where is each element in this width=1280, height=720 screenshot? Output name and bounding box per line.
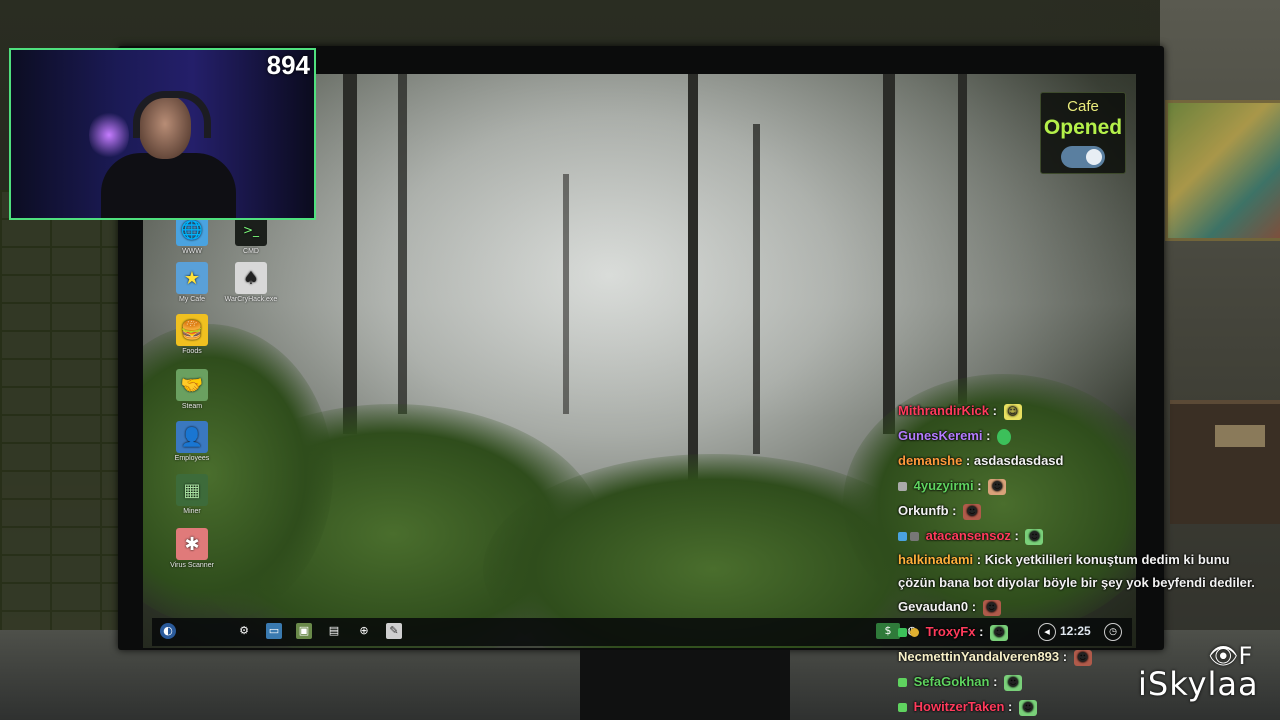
chat-username: NecmettinYandalveren893: [898, 649, 1060, 664]
bug-icon: ✱: [176, 528, 208, 560]
streamer-body: [101, 153, 236, 218]
tree-trunk: [883, 74, 895, 434]
chat-username: atacansensoz: [925, 528, 1011, 543]
handshake-icon: 🤝: [176, 369, 208, 401]
tree-trunk: [688, 74, 698, 494]
chat-username: GunesKeremi: [898, 428, 983, 443]
chat-username: Gevaudan0: [898, 599, 969, 614]
badge-icon: [898, 628, 907, 638]
desktop-icon-warcryhack[interactable]: ♠ WarCryHack.exe: [223, 262, 279, 303]
chat-username: HowitzerTaken: [913, 699, 1005, 714]
badge-icon: [898, 532, 907, 542]
notes-icon[interactable]: ✎: [386, 623, 402, 639]
badge-icon: [898, 482, 907, 492]
monitor-icon[interactable]: ▭: [266, 623, 282, 639]
desktop-icon-employees[interactable]: 👤 Employees: [164, 421, 220, 462]
chat-message: 4yuzyirmi : ☻: [898, 473, 1270, 498]
chat-message: GunesKeremi :: [898, 423, 1270, 448]
chat-text: asdasdasdasd: [973, 453, 1064, 468]
chat-message: halkinadami : Kick yetkilileri konuştum …: [898, 552, 1255, 590]
chat-username: Orkunfb: [898, 503, 949, 518]
wall-poster: [1165, 100, 1280, 241]
tree-trunk: [398, 74, 407, 414]
chip-icon: ▦: [176, 474, 208, 506]
emote-frog-icon: ☻: [1004, 674, 1023, 691]
emote-face-icon: ☻: [982, 599, 1001, 616]
chat-message: Orkunfb : ☻: [898, 498, 1270, 523]
desktop-icon-cmd[interactable]: >_ CMD: [223, 214, 279, 255]
desktop-icon-my-cafe[interactable]: ★ My Cafe: [164, 262, 220, 303]
badge-icon: [910, 628, 919, 638]
desktop-icon-steam[interactable]: 🤝 Steam: [164, 369, 220, 410]
star-icon: ★: [176, 262, 208, 294]
emote-frog-icon: ☻: [1025, 528, 1044, 545]
emote-face-icon: ☻: [963, 503, 982, 520]
chat-username: MithrandirKick: [898, 403, 990, 418]
emote-face-icon: ☻: [1073, 649, 1092, 666]
emote-blob-icon: [997, 428, 1012, 445]
cafe-status: Opened: [1043, 116, 1123, 139]
streamer: [101, 91, 236, 218]
desktop-icon-miner[interactable]: ▦ Miner: [164, 474, 220, 515]
chat-username: SefaGokhan: [913, 674, 990, 689]
stream-watermark: iSkylaa: [1138, 665, 1259, 703]
spade-icon: ♠: [235, 262, 267, 294]
emote-frog-icon: ☻: [990, 624, 1009, 641]
emote-face-icon: ☺: [1003, 403, 1022, 420]
tree-trunk: [958, 74, 967, 404]
chat-username: TroxyFx: [925, 624, 976, 639]
chat-message: demanshe : asdasdasdasd: [898, 453, 1064, 468]
headset: [133, 91, 211, 138]
toggle-knob: [1086, 149, 1102, 165]
chat-message: atacansensoz : ☻: [898, 523, 1270, 548]
chat-message: Gevaudan0 : ☻: [898, 594, 1270, 619]
desktop-icon-www[interactable]: 🌐 WWW: [164, 214, 220, 255]
emote-face-icon: ☻: [988, 478, 1007, 495]
tree-trunk: [563, 174, 569, 414]
cafe-status-widget: Cafe Opened: [1040, 92, 1126, 174]
chat-message: MithrandirKick : ☺: [898, 398, 1270, 423]
document-icon[interactable]: ▤: [326, 623, 342, 639]
chat-username: demanshe: [898, 453, 963, 468]
cafe-open-toggle[interactable]: [1061, 146, 1105, 168]
desktop-icon-virus-scanner[interactable]: ✱ Virus Scanner: [164, 528, 220, 569]
brick-wall: [0, 190, 130, 630]
gear-icon[interactable]: ⚙: [236, 623, 252, 639]
chat-username: halkinadami: [898, 552, 974, 567]
emote-frog-icon: ☻: [1018, 699, 1037, 716]
badge-icon: [910, 532, 919, 542]
image-icon[interactable]: ▣: [296, 623, 312, 639]
desktop-icon-foods[interactable]: 🍔 Foods: [164, 314, 220, 355]
chat-username: 4yuzyirmi: [913, 478, 974, 493]
cafe-label: Cafe: [1067, 98, 1099, 115]
money-icon[interactable]: $: [876, 623, 900, 639]
viewer-count: 894: [266, 50, 310, 80]
tree-trunk: [343, 74, 357, 434]
chat-message: TroxyFx : ☻: [898, 619, 1270, 644]
monitor-stand: [580, 650, 790, 720]
webcam-overlay: 894: [9, 48, 316, 220]
start-icon[interactable]: ◐: [160, 623, 176, 639]
badge-icon: [898, 678, 907, 688]
tree-trunk: [753, 124, 760, 454]
food-icon: 🍔: [176, 314, 208, 346]
person-icon: 👤: [176, 421, 208, 453]
globe-icon[interactable]: ⊕: [356, 623, 372, 639]
badge-icon: [898, 703, 907, 713]
